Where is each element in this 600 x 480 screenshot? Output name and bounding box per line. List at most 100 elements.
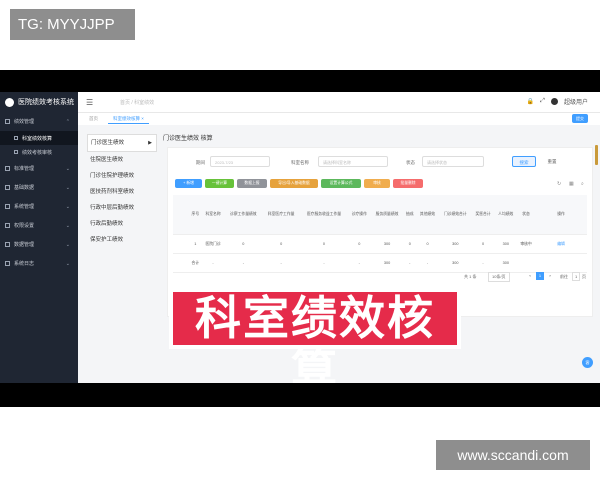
chart-icon (5, 242, 10, 247)
chevron-down-icon: ⌄ (65, 260, 70, 267)
column-header: 服务质量绩效 (370, 195, 404, 235)
lock-icon[interactable]: 🔒 (527, 98, 534, 105)
caption-banner: 科室绩效核算 (169, 288, 461, 398)
prev-page-icon[interactable]: ‹ (526, 272, 534, 280)
submenu-item-nursing[interactable]: 门诊住院护理绩效 (87, 168, 157, 184)
reset-button[interactable]: 重置 (541, 156, 563, 167)
sidebar-item-data[interactable]: 数据管理 ⌄ (0, 235, 78, 254)
page-title: 门诊医生绩效 核算 (163, 136, 213, 142)
sidebar: 医院绩效考核系统 绩效管理 ⌃ 科室绩效核算 绩效考核审核 标准管理 ⌄ 基础数据 ⌄… (0, 92, 78, 383)
row-checkbox[interactable] (173, 234, 189, 254)
tab-home[interactable]: 首页 (84, 115, 103, 123)
dept-label: 科室名称 (291, 160, 309, 165)
period-input[interactable]: 2023-7/23 (210, 156, 270, 167)
logo-icon (5, 97, 14, 107)
period-label: 期间 (196, 160, 205, 165)
tab-current[interactable]: 科室绩效核算 × (108, 115, 149, 124)
submenu-item-outpatient-doctor[interactable]: 门诊医生绩效 ▶ (87, 134, 157, 152)
table-row-total: 合计 - - - - - 300 - - 300 - 300 (173, 253, 587, 273)
search-icon[interactable]: ⌕ (581, 181, 584, 187)
edit-link[interactable]: 编辑 (535, 234, 587, 254)
sidebar-item-performance[interactable]: 绩效管理 ⌃ (0, 112, 78, 131)
submenu-item-admin-logistics[interactable]: 行政后勤绩效 (87, 216, 157, 232)
audit-button[interactable]: 审核 (364, 179, 390, 188)
goto-label: 前往 (560, 274, 568, 279)
table-row[interactable]: 1 医院门诊 0 0 0 0 300 0 0 300 0 300 审核中 编辑 (173, 234, 587, 254)
column-header: 奖惩合计 (471, 195, 495, 235)
scrollbar[interactable] (595, 145, 598, 165)
status-label: 状态 (406, 160, 415, 165)
column-header: 诊疗操作 (347, 195, 371, 235)
formula-button[interactable]: 设置计算公式 (321, 179, 361, 188)
fullscreen-icon[interactable]: ⤢ (540, 98, 545, 105)
page-unit: 页 (582, 274, 586, 279)
column-header: 科室医疗工作量 (262, 195, 301, 235)
data-table: 序号 科室名称 诊察工作量绩效 科室医疗工作量 医疗服务收益工作量 诊疗操作 服… (173, 195, 587, 273)
video-letterbox-top (0, 70, 600, 92)
add-button[interactable]: + 新增 (175, 179, 202, 188)
submenu-item-admin-middle[interactable]: 行政中层后勤绩效 (87, 200, 157, 216)
doc-icon (14, 136, 18, 140)
page-current[interactable]: 1 (536, 272, 544, 280)
columns-icon[interactable]: ▦ (569, 181, 574, 187)
header: ☰ 首页 / 科室绩效 🔒 ⤢ 超级用户 (78, 92, 600, 113)
refresh-icon[interactable]: ↻ (557, 181, 561, 187)
caret-right-icon: ▶ (148, 140, 152, 146)
close-icon[interactable]: × (141, 116, 144, 121)
submenu-item-inpatient-doctor[interactable]: 住院医生绩效 (87, 152, 157, 168)
avatar[interactable] (550, 98, 558, 105)
column-header: 诊察工作量绩效 (224, 195, 263, 235)
column-header: 操作 (535, 195, 587, 235)
sidebar-item-standards[interactable]: 标准管理 ⌄ (0, 159, 78, 178)
sidebar-item-permissions[interactable]: 权限设置 ⌄ (0, 216, 78, 235)
chevron-down-icon: ⌄ (65, 184, 70, 191)
sidebar-item-basic-data[interactable]: 基础数据 ⌄ (0, 178, 78, 197)
next-page-icon[interactable]: › (546, 272, 554, 280)
report-button[interactable]: 数据上报 (237, 179, 267, 188)
log-icon (5, 261, 10, 266)
column-header: 医疗服务收益工作量 (300, 195, 348, 235)
database-icon (5, 185, 10, 190)
sidebar-item-review[interactable]: 绩效考核审核 (0, 145, 78, 159)
username[interactable]: 超级用户 (564, 97, 588, 106)
column-header: 状态 (517, 195, 535, 235)
submenu-item-security[interactable]: 保安护工绩效 (87, 232, 157, 248)
watermark-top-left: TG: MYYJJPP (10, 9, 135, 40)
brand: 医院绩效考核系统 (0, 92, 78, 112)
submenu-item-medtech[interactable]: 医技药剂科室绩效 (87, 184, 157, 200)
dept-select[interactable]: 请选择科室名称 (318, 156, 388, 167)
import-export-button[interactable]: 导出/导入基础数据 (270, 179, 318, 188)
secondary-menu: 门诊医生绩效 ▶ 住院医生绩效 门诊住院护理绩效 医技药剂科室绩效 行政中层后勤绩… (87, 134, 157, 248)
column-header: 序号 (189, 195, 202, 235)
header-tools: 🔒 ⤢ 超级用户 (527, 97, 588, 106)
chevron-down-icon: ⌄ (65, 165, 70, 172)
video-letterbox-bottom (0, 383, 600, 407)
gear-icon (5, 204, 10, 209)
select-all-checkbox[interactable] (173, 195, 189, 235)
column-header: 门诊绩效合计 (438, 195, 472, 235)
calculate-button[interactable]: 一键计算 (205, 179, 234, 188)
chevron-down-icon: ⌄ (65, 203, 70, 210)
float-chat-button[interactable]: 客 (582, 357, 593, 368)
tags-bar: 首页 科室绩效核算 × 提交 (78, 113, 600, 125)
chevron-down-icon: ⌄ (65, 222, 70, 229)
goto-input[interactable]: 1 (572, 272, 581, 281)
status-select[interactable]: 请选择状态 (422, 156, 484, 167)
app-title: 医院绩效考核系统 (18, 99, 74, 106)
lock-icon (5, 223, 10, 228)
sidebar-item-dept-accounting[interactable]: 科室绩效核算 (0, 131, 78, 145)
search-button[interactable]: 搜索 (512, 156, 536, 167)
column-header: 科室名称 (201, 195, 225, 235)
hamburger-icon[interactable]: ☰ (86, 98, 93, 107)
breadcrumb: 首页 / 科室绩效 (120, 100, 155, 106)
sidebar-item-logs[interactable]: 系统日志 ⌄ (0, 254, 78, 273)
watermark-bottom-right: www.sccandi.com (436, 440, 590, 470)
column-header: 其他绩效 (416, 195, 439, 235)
page-size-select[interactable]: 10条/页 (488, 272, 510, 282)
folder-icon (5, 119, 10, 124)
batch-delete-button[interactable]: 批量删除 (393, 179, 423, 188)
column-header: 人均绩效 (494, 195, 518, 235)
submit-button[interactable]: 提交 (572, 114, 588, 123)
chevron-down-icon: ⌄ (65, 241, 70, 248)
sidebar-item-system[interactable]: 系统管理 ⌄ (0, 197, 78, 216)
